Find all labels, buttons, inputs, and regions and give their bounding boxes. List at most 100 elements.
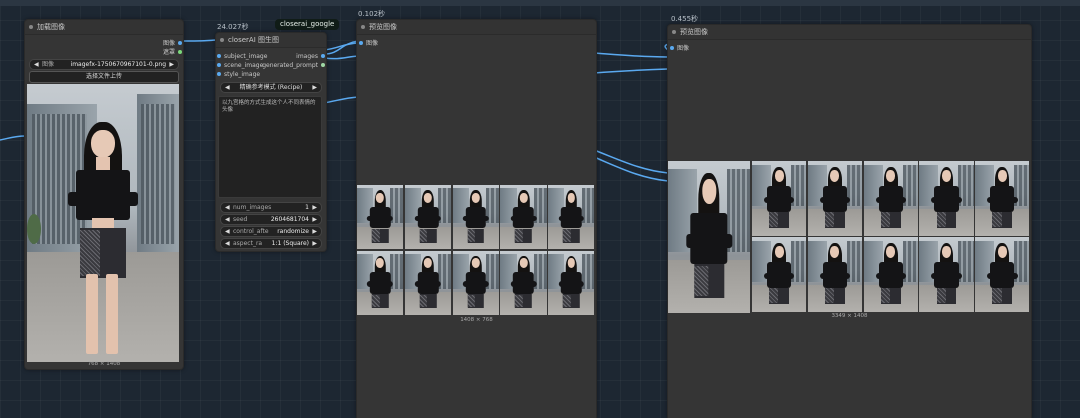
widget-label: 图像 [42, 61, 55, 68]
port-dot-icon[interactable] [321, 63, 325, 67]
portrait-thumbnail [807, 237, 863, 312]
port-dot-icon[interactable] [178, 50, 182, 54]
prompt-textarea[interactable]: 以九宫格的方式生成这个人不同表情的头像 [218, 96, 322, 198]
portrait-thumbnail [404, 250, 452, 315]
preview1-title[interactable]: 预览图像 [357, 20, 596, 35]
generated-image-grid [357, 185, 596, 316]
portrait-thumbnail [752, 161, 807, 236]
num-images-widget[interactable]: ◀ num_images 1 ▶ [220, 202, 322, 213]
collapse-dot-icon[interactable] [672, 30, 676, 34]
arrow-right-icon[interactable]: ▶ [312, 227, 317, 236]
port-dot-icon[interactable] [217, 54, 221, 58]
closerai-title[interactable]: closerAI 图生图 [216, 33, 326, 48]
arrow-left-icon[interactable]: ◀ [225, 239, 230, 248]
link-image-to-subject[interactable] [179, 39, 218, 42]
widget-label: seed [233, 216, 248, 223]
arrow-left-icon[interactable]: ◀ [225, 227, 230, 236]
widget-label: aspect_ra [233, 240, 263, 247]
combined-image-strip [668, 161, 1031, 313]
load-image-title[interactable]: 加载图像 [25, 20, 183, 35]
port-label: 图像 [677, 45, 690, 52]
portrait-thumbnail [500, 185, 547, 249]
preview2-title[interactable]: 预览图像 [668, 25, 1031, 40]
arrow-left-icon[interactable]: ◀ [225, 215, 230, 224]
image-dimensions: 1408 × 768 [460, 317, 493, 323]
link-to-preview2[interactable] [593, 52, 669, 58]
widget-value: 2604681704 [270, 216, 309, 223]
image-file-select[interactable]: ◀ 图像 imagefx-1750670967101-0.png ▶ [29, 59, 179, 70]
port-label: 遮罩 [162, 49, 175, 56]
port-label: images [296, 53, 318, 60]
link-prompt-out-b[interactable] [323, 96, 359, 104]
node-title-text: 加载图像 [37, 23, 65, 31]
portrait-thumbnail [863, 161, 918, 236]
input-style-port[interactable]: style_image [216, 70, 326, 79]
load-image-node[interactable]: 加载图像 图像 遮罩 ◀ 图像 imagefx-1750670967101-0.… [24, 19, 184, 370]
widget-label: control_afte [233, 228, 269, 235]
preview-image-node-1[interactable]: 预览图像 图像 1408 × 768 [356, 19, 597, 418]
aspect-ratio-widget[interactable]: ◀ aspect_ra 1:1 (Square) ▶ [220, 238, 322, 249]
arrow-right-icon[interactable]: ▶ [169, 60, 174, 69]
arrow-right-icon[interactable]: ▶ [312, 215, 317, 224]
arrow-right-icon[interactable]: ▶ [312, 203, 317, 212]
port-dot-icon[interactable] [359, 41, 363, 45]
portrait-thumbnail [919, 161, 974, 236]
image-dimensions: 3349 × 1408 [831, 313, 868, 319]
port-dot-icon[interactable] [670, 46, 674, 50]
port-label: subject_image [224, 53, 268, 60]
link-incoming[interactable] [0, 135, 26, 141]
execution-time: 24.027秒 [217, 23, 249, 31]
portrait-thumbnail [752, 237, 807, 312]
loaded-image-preview [27, 84, 179, 362]
arrow-left-icon[interactable]: ◀ [225, 203, 230, 212]
arrow-left-icon[interactable]: ◀ [34, 60, 39, 69]
portrait-thumbnail [357, 185, 404, 249]
portrait-thumbnail [548, 185, 595, 249]
port-label: 图像 [366, 40, 379, 47]
port-dot-icon[interactable] [178, 41, 182, 45]
collapse-dot-icon[interactable] [29, 25, 33, 29]
widget-value: 精确参考模式 (Recipe) [239, 84, 303, 91]
port-dot-icon[interactable] [321, 54, 325, 58]
output-image-port[interactable]: 图像 [25, 39, 183, 48]
closerai-node[interactable]: closerAI 图生图 subject_image images scene_i… [215, 32, 327, 252]
input-scene-port[interactable]: scene_image generated_prompt [216, 61, 326, 70]
widget-value: 1:1 (Square) [271, 240, 309, 247]
arrow-right-icon[interactable]: ▶ [312, 239, 317, 248]
port-dot-icon[interactable] [217, 72, 221, 76]
port-label: style_image [224, 71, 261, 78]
port-label: generated_prompt [262, 62, 318, 69]
portrait-thumbnail [975, 237, 1030, 312]
portrait-thumbnail [404, 185, 452, 249]
node-title-text: closerAI 图生图 [228, 36, 279, 44]
output-mask-port[interactable]: 遮罩 [25, 48, 183, 57]
control-after-widget[interactable]: ◀ control_afte randomize ▶ [220, 226, 322, 237]
collapse-dot-icon[interactable] [361, 25, 365, 29]
portrait-thumbnail [452, 250, 499, 315]
portrait-thumbnail [975, 161, 1030, 236]
port-dot-icon[interactable] [217, 63, 221, 67]
arrow-right-icon[interactable]: ▶ [312, 83, 317, 92]
mode-select[interactable]: ◀ 精确参考模式 (Recipe) ▶ [220, 82, 322, 93]
port-label: 图像 [162, 40, 175, 47]
portrait-thumbnail [807, 161, 863, 236]
input-image-port[interactable]: 图像 [668, 44, 1031, 53]
seed-widget[interactable]: ◀ seed 2604681704 ▶ [220, 214, 322, 225]
input-image-port[interactable]: 图像 [357, 39, 596, 48]
link-to-preview2-b[interactable] [593, 68, 669, 74]
collapse-dot-icon[interactable] [220, 38, 224, 42]
widget-label: num_images [233, 204, 272, 211]
port-label: scene_image [224, 62, 264, 69]
node-badge: closerai_google [275, 19, 340, 30]
portrait-thumbnail [668, 161, 750, 313]
upload-button[interactable]: 选择文件上传 [29, 71, 179, 83]
portrait-thumbnail [357, 250, 404, 315]
node-title-text: 预览图像 [369, 23, 397, 31]
input-subject-port[interactable]: subject_image images [216, 52, 326, 61]
portrait-thumbnail [500, 250, 547, 315]
node-title-text: 预览图像 [680, 28, 708, 36]
link-to-preview2-d[interactable] [593, 156, 669, 182]
link-prompt-out[interactable] [323, 55, 359, 60]
execution-time: 0.455秒 [671, 15, 699, 23]
preview-image-node-2[interactable]: 预览图像 图像 3349 × 1408 [667, 24, 1032, 418]
